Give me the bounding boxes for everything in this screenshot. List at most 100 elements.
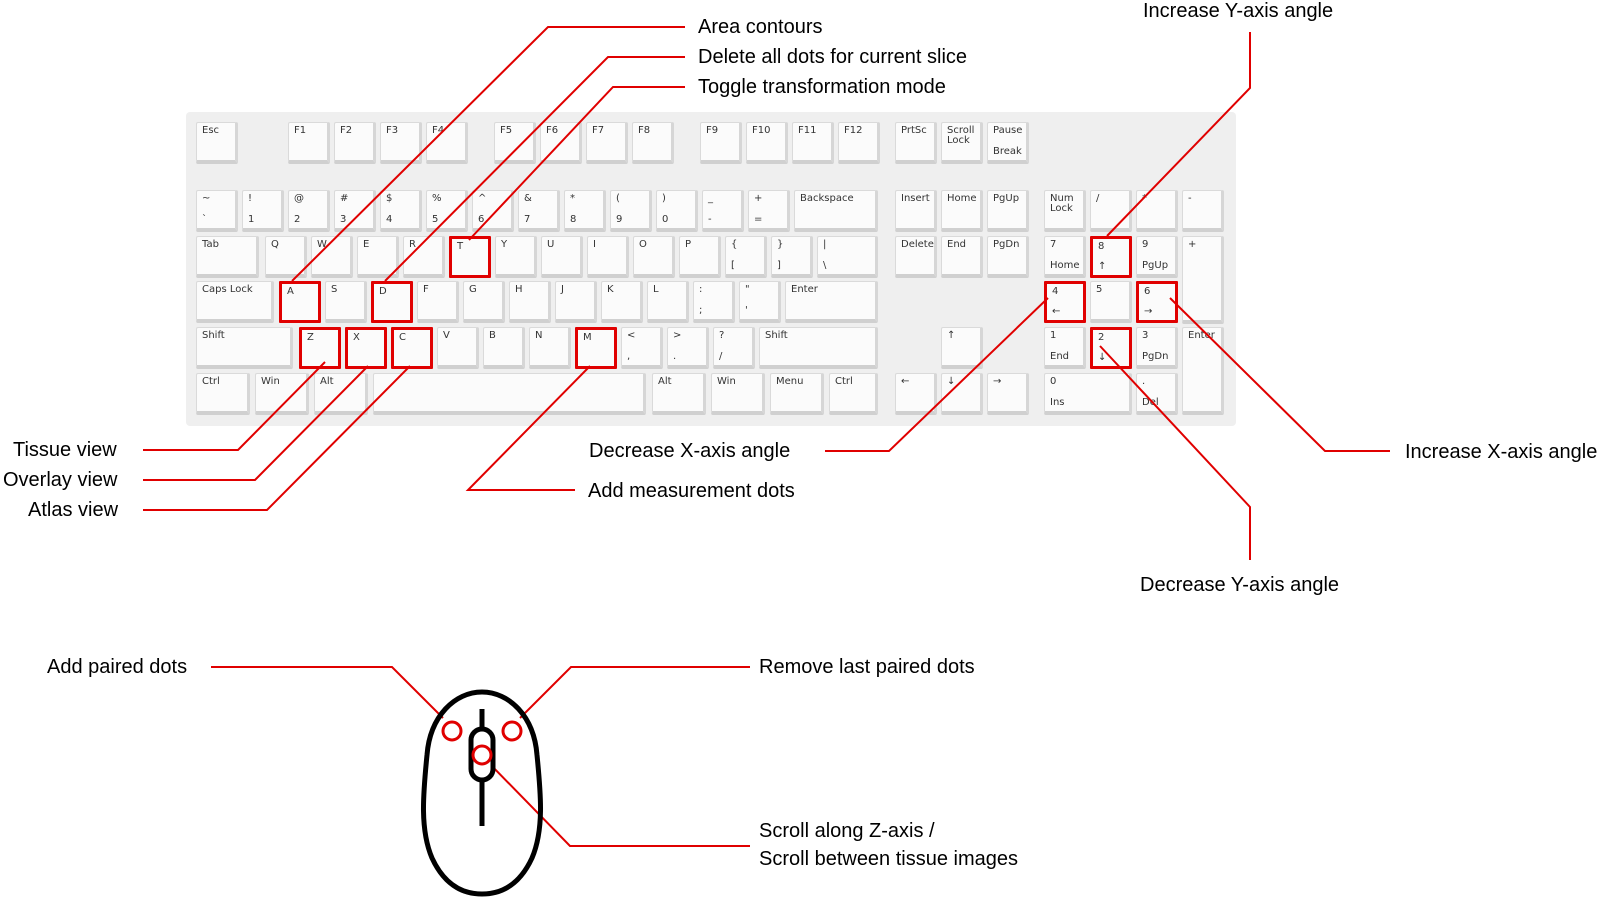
key-7[interactable]: & 7 — [518, 190, 560, 232]
key-numminus[interactable]: - — [1182, 190, 1224, 232]
key-f11[interactable]: F11 — [792, 122, 834, 164]
key-lbracket[interactable]: {[ — [725, 236, 767, 278]
key-f10[interactable]: F10 — [746, 122, 788, 164]
key-num7[interactable]: 7 Home — [1044, 236, 1086, 278]
key-f3[interactable]: F3 — [380, 122, 422, 164]
key-j[interactable]: J — [555, 281, 597, 323]
key-y[interactable]: Y — [495, 236, 537, 278]
key-quote[interactable]: " ' — [739, 281, 781, 323]
key-arrowright[interactable]: → — [987, 373, 1029, 415]
key-g[interactable]: G — [463, 281, 505, 323]
key-1[interactable]: ! 1 — [242, 190, 284, 232]
key-capslock[interactable]: Caps Lock — [196, 281, 274, 323]
key-enter[interactable]: Enter — [785, 281, 878, 323]
key-prtsc[interactable]: PrtSc — [895, 122, 937, 164]
key-num8[interactable]: 8 ↑ — [1090, 236, 1132, 278]
key-t[interactable]: T — [449, 236, 491, 278]
key-f1[interactable]: F1 — [288, 122, 330, 164]
key-rshift[interactable]: Shift — [759, 327, 878, 369]
key-w[interactable]: W — [311, 236, 353, 278]
key-num6[interactable]: 6 → — [1136, 281, 1178, 323]
key-2[interactable]: @2 — [288, 190, 330, 232]
key-semicolon[interactable]: :; — [693, 281, 735, 323]
key-arrowdown[interactable]: ↓ — [941, 373, 983, 415]
key-numslash[interactable]: / — [1090, 190, 1132, 232]
key-v[interactable]: V — [437, 327, 479, 369]
key-f8[interactable]: F8 — [632, 122, 674, 164]
key-m[interactable]: M — [575, 327, 617, 369]
key-f7[interactable]: F7 — [586, 122, 628, 164]
key-num0[interactable]: 0 Ins — [1044, 373, 1132, 415]
key-0[interactable]: ) 0 — [656, 190, 698, 232]
key-tab[interactable]: Tab — [196, 236, 259, 278]
key-delete[interactable]: Delete — [895, 236, 937, 278]
key-lwin[interactable]: Win — [255, 373, 309, 415]
key-minus[interactable]: _ - — [702, 190, 744, 232]
key-3[interactable]: #3 — [334, 190, 376, 232]
key-end[interactable]: End — [941, 236, 983, 278]
key-f[interactable]: F — [417, 281, 459, 323]
key-c[interactable]: C — [391, 327, 433, 369]
key-lalt[interactable]: Alt — [314, 373, 368, 415]
key-6[interactable]: ^ 6 — [472, 190, 514, 232]
key-f5[interactable]: F5 — [494, 122, 536, 164]
key-numdot[interactable]: . Del — [1136, 373, 1178, 415]
key-equal[interactable]: + = — [748, 190, 790, 232]
key-num2[interactable]: 2 ↓ — [1090, 327, 1132, 369]
key-f9[interactable]: F9 — [700, 122, 742, 164]
key-z[interactable]: Z — [299, 327, 341, 369]
key-num5[interactable]: 5 — [1090, 281, 1132, 323]
key-b[interactable]: B — [483, 327, 525, 369]
key-o[interactable]: O — [633, 236, 675, 278]
key-numstar[interactable]: * — [1136, 190, 1178, 232]
key-tilde[interactable]: ~ ` — [196, 190, 238, 232]
key-num3[interactable]: 3 PgDn — [1136, 327, 1178, 369]
key-backspace[interactable]: Backspace — [794, 190, 878, 232]
key-pgup[interactable]: PgUp — [987, 190, 1029, 232]
key-rctrl[interactable]: Ctrl — [829, 373, 878, 415]
key-num4[interactable]: 4 ← — [1044, 281, 1086, 323]
key-pause[interactable]: Pause Break — [987, 122, 1029, 164]
key-8[interactable]: * 8 — [564, 190, 606, 232]
key-menu[interactable]: Menu — [770, 373, 824, 415]
key-5[interactable]: % 5 — [426, 190, 468, 232]
key-ralt[interactable]: Alt — [652, 373, 706, 415]
key-home[interactable]: Home — [941, 190, 983, 232]
key-i[interactable]: I — [587, 236, 629, 278]
key-f12[interactable]: F12 — [838, 122, 880, 164]
key-x[interactable]: X — [345, 327, 387, 369]
key-n[interactable]: N — [529, 327, 571, 369]
key-insert[interactable]: Insert — [895, 190, 937, 232]
key-num1[interactable]: 1 End — [1044, 327, 1086, 369]
key-a[interactable]: A — [279, 281, 321, 323]
key-slash[interactable]: ? / — [713, 327, 755, 369]
key-k[interactable]: K — [601, 281, 643, 323]
key-pgdn[interactable]: PgDn — [987, 236, 1029, 278]
key-h[interactable]: H — [509, 281, 551, 323]
key-r[interactable]: R — [403, 236, 445, 278]
key-backslash[interactable]: | \ — [817, 236, 878, 278]
key-q[interactable]: Q — [265, 236, 307, 278]
key-scrolllock[interactable]: Scroll Lock — [941, 122, 983, 164]
key-u[interactable]: U — [541, 236, 583, 278]
key-4[interactable]: $4 — [380, 190, 422, 232]
key-period[interactable]: >. — [667, 327, 709, 369]
key-arrowleft[interactable]: ← — [895, 373, 937, 415]
key-numlock[interactable]: Num Lock — [1044, 190, 1086, 232]
key-s[interactable]: S — [325, 281, 367, 323]
key-space[interactable] — [373, 373, 646, 415]
key-numplus[interactable]: + — [1182, 236, 1224, 324]
key-num9[interactable]: 9 PgUp — [1136, 236, 1178, 278]
key-rbracket[interactable]: }] — [771, 236, 813, 278]
key-l[interactable]: L — [647, 281, 689, 323]
key-9[interactable]: (9 — [610, 190, 652, 232]
key-f6[interactable]: F6 — [540, 122, 582, 164]
key-f4[interactable]: F4 — [426, 122, 468, 164]
key-p[interactable]: P — [679, 236, 721, 278]
key-numenter[interactable]: Enter — [1182, 327, 1224, 415]
key-d[interactable]: D — [371, 281, 413, 323]
key-esc[interactable]: Esc — [196, 122, 238, 164]
key-arrowup[interactable]: ↑ — [941, 327, 983, 369]
key-rwin[interactable]: Win — [711, 373, 765, 415]
key-lctrl[interactable]: Ctrl — [196, 373, 250, 415]
